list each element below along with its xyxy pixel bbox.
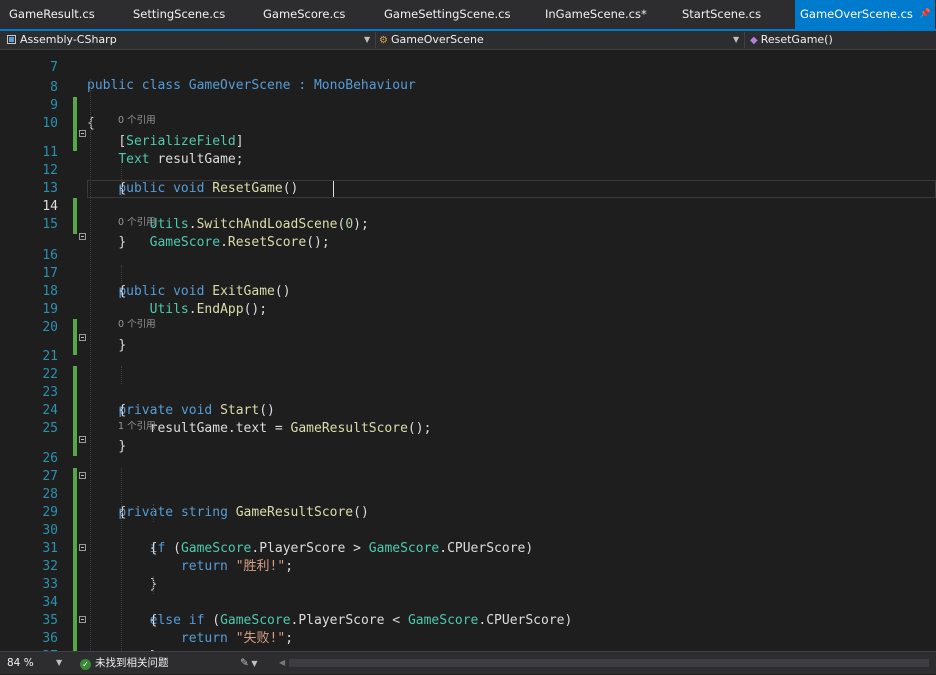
code-line: 10 Text resultGame; xyxy=(0,97,936,167)
tab-startscene[interactable]: StartScene.cs xyxy=(682,0,761,29)
code-line: 12 { xyxy=(0,144,936,196)
code-line: 28 if (GameScore.PlayerScore > GameScore… xyxy=(0,468,936,556)
check-circle-icon: ✓ xyxy=(80,659,91,670)
code-line: 18 Utils.EndApp(); xyxy=(0,265,936,317)
tab-gameoverscene[interactable]: GameOverScene.cs 📌 xyxy=(795,0,935,29)
chevron-down-icon[interactable]: ▼ xyxy=(364,31,370,49)
status-bar: 84 % ▼ ✓ 未找到相关问题 ✎ ▼ ◀ xyxy=(0,651,936,674)
indent-guide xyxy=(121,366,122,384)
collapse-icon[interactable] xyxy=(79,233,86,240)
indent-guide xyxy=(121,468,122,651)
tab-label: GameOverScene.cs xyxy=(800,7,913,21)
tab-label: GameResult.cs xyxy=(9,7,95,21)
indent-guide xyxy=(121,265,122,283)
text-caret xyxy=(333,181,334,197)
tab-label: GameSettingScene.cs xyxy=(384,7,511,21)
code-line: 34 return "失败!"; xyxy=(0,576,936,646)
code-line: 25 xyxy=(0,402,936,456)
indent-guide xyxy=(153,504,154,522)
tab-gamescore[interactable]: GameScore.cs xyxy=(263,0,345,29)
code-line: 17 { xyxy=(0,247,936,299)
code-line: 19 } xyxy=(0,283,936,353)
code-line: 13 Utils.SwitchAndLoadScene(0); xyxy=(0,162,936,232)
issues-indicator[interactable]: ✓ 未找到相关问题 xyxy=(80,652,169,674)
code-line: 36 else xyxy=(0,612,936,651)
indent-guide xyxy=(121,162,122,198)
horizontal-scrollbar[interactable] xyxy=(289,659,929,667)
chevron-down-icon[interactable]: ▼ xyxy=(56,652,62,674)
code-line: 15 } xyxy=(0,198,936,250)
tab-label: GameScore.cs xyxy=(263,7,346,21)
code-line: 22 { xyxy=(0,348,936,418)
code-line: 32 else if (GameScore.PlayerScore < Game… xyxy=(0,540,936,628)
zoom-level[interactable]: 84 % xyxy=(7,652,34,674)
tab-label: StartScene.cs xyxy=(682,7,762,21)
collapse-icon[interactable] xyxy=(79,334,86,341)
scroll-left-icon[interactable]: ◀ xyxy=(279,652,285,674)
divider xyxy=(744,32,745,48)
method-icon: ◆ xyxy=(750,35,758,46)
tab-gamesettingscene[interactable]: GameSettingScene.cs xyxy=(384,0,510,29)
class-icon: ⚙ xyxy=(379,35,388,46)
code-line: 16 public void ExitGame() xyxy=(0,229,936,299)
code-line: 33 { xyxy=(0,558,936,628)
project-dropdown[interactable]: Assembly-CSharp xyxy=(7,31,117,49)
member-name: ResetGame() xyxy=(760,33,833,46)
tab-ingamescene[interactable]: InGameScene.cs* xyxy=(545,0,647,29)
code-editor[interactable]: 7 public class GameOverScene : MonoBehav… xyxy=(0,50,936,651)
code-line: 20 xyxy=(0,301,936,355)
tab-label: SettingScene.cs xyxy=(133,7,226,21)
brush-icon[interactable]: ✎ ▼ xyxy=(240,652,258,674)
project-name: Assembly-CSharp xyxy=(20,33,117,46)
collapse-icon[interactable] xyxy=(79,130,86,137)
tab-label: InGameScene.cs* xyxy=(545,7,647,21)
code-line: 8 { xyxy=(0,61,936,131)
type-dropdown[interactable]: ⚙ GameOverScene xyxy=(379,31,484,49)
code-line: 35 } xyxy=(0,594,936,651)
code-line: 7 public class GameOverScene : MonoBehav… xyxy=(0,50,936,93)
document-tab-strip: GameResult.cs SettingScene.cs GameScore.… xyxy=(0,0,936,31)
divider xyxy=(375,32,376,48)
collapse-icon[interactable] xyxy=(79,544,86,551)
code-line: 24 } xyxy=(0,384,936,454)
type-name: GameOverScene xyxy=(390,33,484,46)
code-line: 9 [SerializeField] xyxy=(0,79,936,149)
csharp-project-icon xyxy=(7,35,16,44)
code-line: 23 resultGame.text = GameResultScore(); xyxy=(0,366,936,436)
code-line: 29 { xyxy=(0,486,936,556)
code-line: 11 public void ResetGame() xyxy=(0,126,936,196)
code-line: 14 GameScore.ResetScore(); xyxy=(0,180,936,250)
chevron-down-icon[interactable]: ▼ xyxy=(733,31,739,49)
tab-settingscene[interactable]: SettingScene.cs xyxy=(133,0,225,29)
collapse-icon[interactable] xyxy=(79,436,86,443)
code-line: 27 { xyxy=(0,450,936,520)
codelens-references[interactable]: 0 个引用 xyxy=(118,216,156,229)
navigation-bar: Assembly-CSharp ▼ ⚙ GameOverScene ▼ ◆ Rese… xyxy=(0,31,936,50)
indent-guide xyxy=(90,79,91,651)
code-line: 26 private string GameResultScore() xyxy=(0,432,936,520)
issues-text: 未找到相关问题 xyxy=(95,657,169,669)
code-line: 31 } xyxy=(0,522,936,592)
indent-guide xyxy=(153,576,154,594)
code-line: 21 private void Start() xyxy=(0,330,936,418)
tab-gameresult[interactable]: GameResult.cs xyxy=(9,0,95,29)
member-dropdown[interactable]: ◆ ResetGame() xyxy=(750,31,833,49)
collapse-icon[interactable] xyxy=(79,472,86,479)
code-line: 30 return "胜利!"; xyxy=(0,504,936,574)
pin-icon[interactable]: 📌 xyxy=(920,0,931,29)
collapse-icon[interactable] xyxy=(79,616,86,623)
code-line: 37 { xyxy=(0,630,936,651)
